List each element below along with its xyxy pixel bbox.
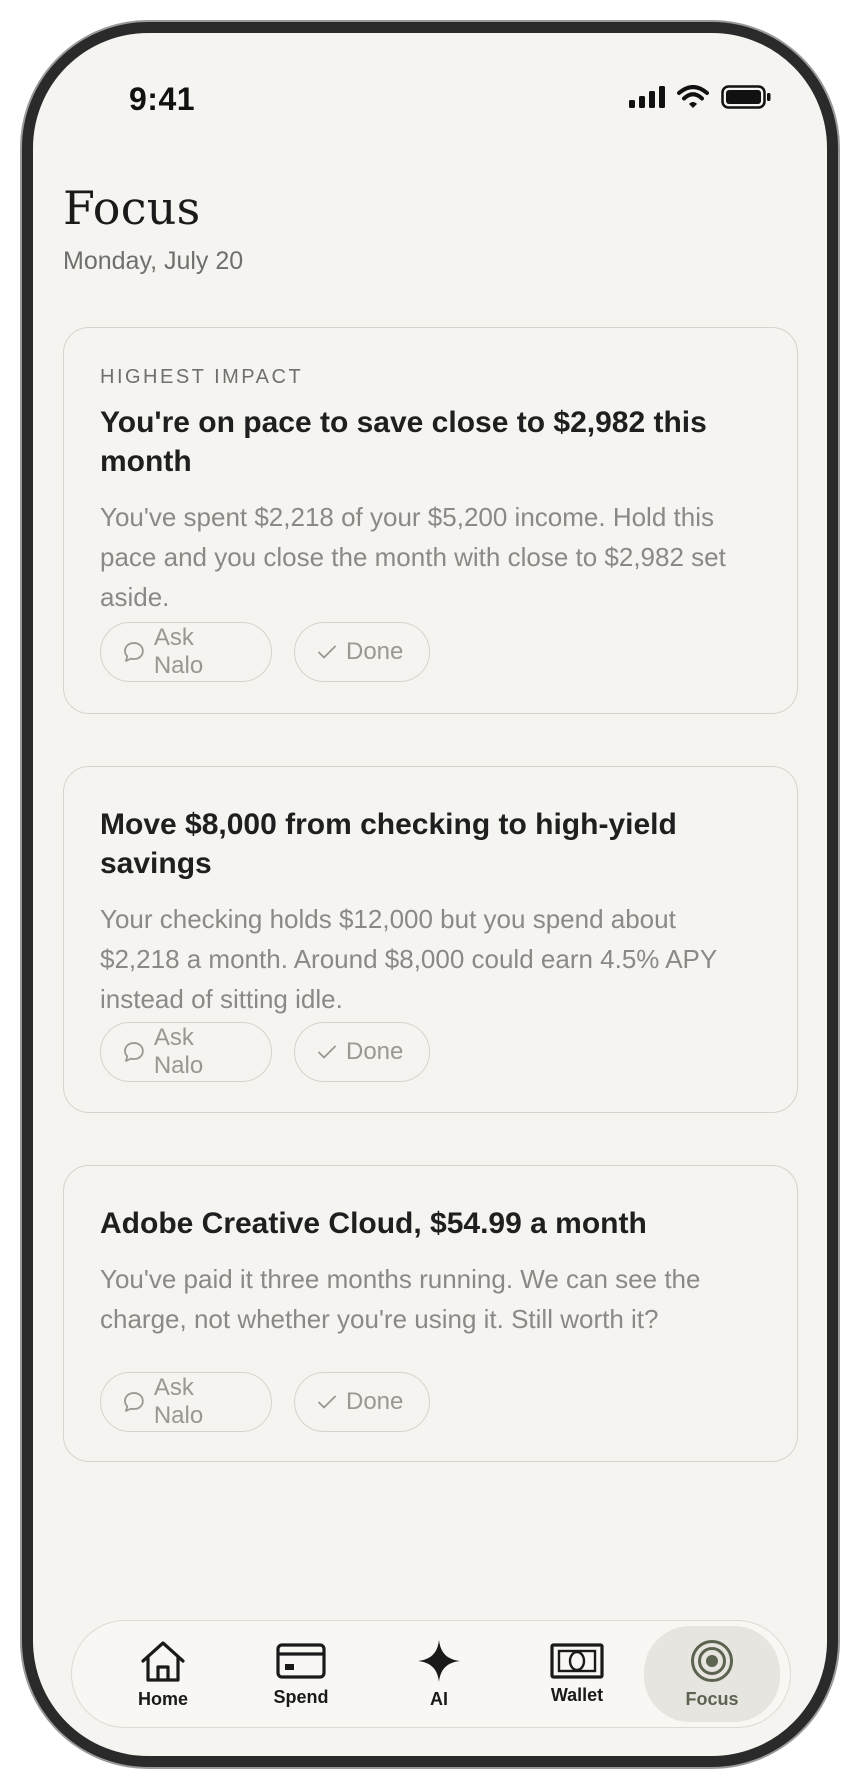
card-title: You're on pace to save close to $2,982 t… (100, 406, 707, 478)
focus-card: Move $8,000 from checking to high-yield … (63, 766, 798, 1113)
tab-ai-label: AI (430, 1688, 448, 1709)
phone-frame: 9:41 Focus Monday, July 20 HIGHEST IMPAC… (22, 22, 838, 1767)
checkmark-icon (318, 1395, 336, 1409)
tab-spend-label: Spend (273, 1686, 329, 1707)
card-actions: Ask Nalo Done (100, 622, 430, 682)
battery-icon (721, 85, 771, 109)
wallet-icon (550, 1642, 604, 1679)
target-icon (691, 1639, 733, 1682)
page-date: Monday, July 20 (63, 247, 244, 275)
tab-focus[interactable]: Focus (644, 1626, 780, 1722)
tab-home-label: Home (137, 1688, 188, 1709)
tab-home[interactable]: Home (94, 1621, 232, 1727)
page-title: Focus (63, 181, 201, 235)
card-actions: Ask Nalo Done (100, 1372, 430, 1432)
card-icon (276, 1642, 326, 1679)
card-title: Adobe Creative Cloud, $54.99 a month (100, 1207, 647, 1240)
chat-bubble-icon (124, 642, 144, 662)
home-icon (141, 1640, 185, 1682)
bottom-tab-bar: Home Spend AI Wallet Focus (71, 1620, 791, 1728)
tab-wallet-label: Wallet (550, 1684, 604, 1705)
card-title: Move $8,000 from checking to high-yield … (100, 808, 677, 880)
status-time: 9:41 (129, 81, 196, 117)
chat-bubble-icon (124, 1392, 144, 1412)
card-actions: Ask Nalo Done (100, 1022, 430, 1082)
checkmark-icon (318, 645, 336, 659)
done-label: Done (346, 1038, 404, 1065)
ask-nalo-label: Ask Nalo (153, 1374, 204, 1429)
tab-ai[interactable]: AI (370, 1621, 508, 1727)
ask-nalo-button[interactable]: Ask Nalo (100, 1372, 272, 1432)
status-icons (629, 85, 771, 109)
card-eyebrow: HIGHEST IMPACT (100, 366, 304, 388)
focus-card: Adobe Creative Cloud, $54.99 a month You… (63, 1165, 798, 1462)
done-button[interactable]: Done (294, 1372, 430, 1432)
wifi-icon (677, 85, 709, 108)
card-body: You've paid it three months running. We … (100, 1264, 701, 1334)
tab-spend[interactable]: Spend (232, 1621, 370, 1727)
ask-nalo-button[interactable]: Ask Nalo (100, 622, 272, 682)
chat-bubble-icon (124, 1042, 144, 1062)
done-button[interactable]: Done (294, 622, 430, 682)
card-body: Your checking holds $12,000 but you spen… (100, 904, 717, 1014)
tab-wallet[interactable]: Wallet (508, 1621, 646, 1727)
sparkle-icon (418, 1639, 460, 1682)
ask-nalo-label: Ask Nalo (153, 1024, 204, 1079)
ask-nalo-button[interactable]: Ask Nalo (100, 1022, 272, 1082)
focus-card: HIGHEST IMPACT You're on pace to save cl… (63, 327, 798, 714)
card-body: You've spent $2,218 of your $5,200 incom… (100, 502, 726, 612)
tab-focus-label: Focus (685, 1688, 739, 1709)
done-label: Done (346, 1388, 404, 1415)
done-label: Done (346, 638, 404, 665)
checkmark-icon (318, 1045, 336, 1059)
done-button[interactable]: Done (294, 1022, 430, 1082)
cellular-signal-icon (629, 86, 665, 108)
ask-nalo-label: Ask Nalo (153, 624, 204, 679)
